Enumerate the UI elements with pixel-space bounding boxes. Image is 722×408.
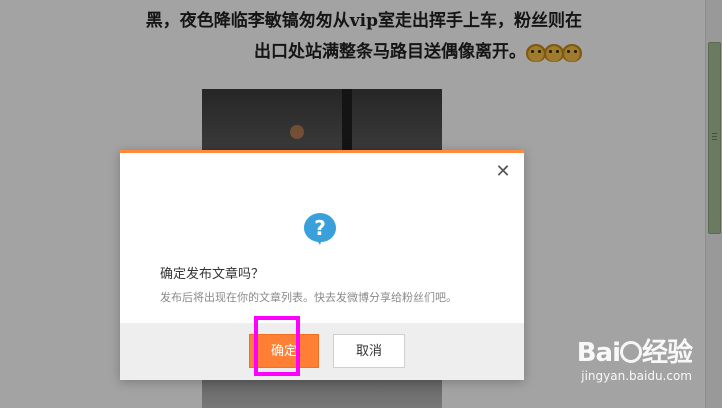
dialog-title: 确定发布文章吗？ [160,267,265,282]
confirm-highlight-annotation [254,316,300,376]
paw-icon [619,341,642,363]
cancel-button[interactable]: 取消 [333,334,405,368]
question-mark-glyph: ? [314,216,326,240]
dialog-description: 发布后将出现在你的文章列表。快去发微博分享给粉丝们吧。 [160,291,457,304]
watermark-logo-right: 经验 [641,338,693,368]
watermark-url: jingyan.baidu.com [581,369,692,383]
question-icon: ? [304,213,336,245]
watermark-logo: Bai 经验 [576,338,693,368]
dialog-footer: 确定 取消 [120,323,524,380]
baidu-jingyan-watermark: Bai 经验 jingyan.baidu.com [576,338,693,384]
publish-confirm-dialog: ✕ ? 确定发布文章吗？ 发布后将出现在你的文章列表。快去发微博分享给粉丝们吧。… [120,150,524,380]
watermark-logo-left: Bai [576,338,621,368]
close-icon[interactable]: ✕ [494,163,512,181]
